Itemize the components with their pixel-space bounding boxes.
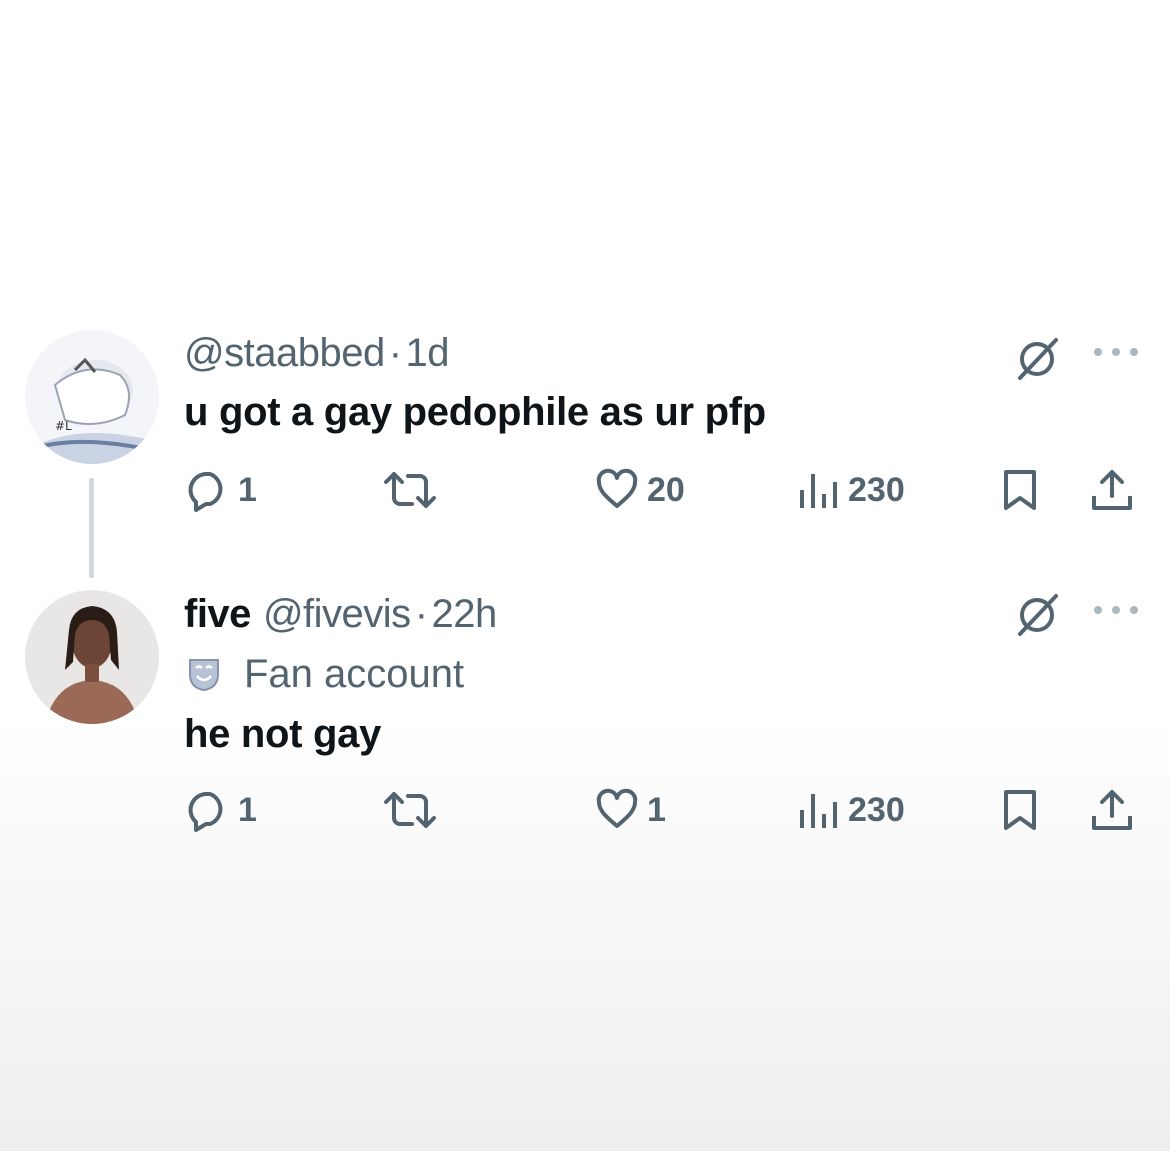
tweet-text: u got a gay pedophile as ur pfp [184, 390, 766, 434]
more-icon[interactable] [1090, 346, 1142, 358]
tweet-1-header: @staabbed · 1d [184, 331, 450, 375]
fan-account-text: Fan account [244, 652, 465, 696]
fan-account-badge-icon [189, 659, 219, 692]
more-icon[interactable] [1090, 604, 1142, 616]
views-count: 230 [848, 791, 905, 829]
avatar-image [25, 590, 159, 724]
views-button[interactable]: 230 [796, 788, 905, 832]
like-button[interactable]: 20 [595, 468, 685, 512]
share-icon [1092, 470, 1132, 510]
repost-button[interactable] [382, 788, 446, 832]
repost-button[interactable] [382, 468, 446, 512]
avatar-staabbed[interactable]: #L [25, 330, 159, 464]
reply-count: 1 [238, 791, 257, 829]
grok-icon[interactable] [1014, 592, 1060, 638]
reply-button[interactable]: 1 [186, 468, 257, 512]
bookmark-icon [1004, 470, 1036, 510]
tweet-2-header: five @fivevis · 22h [184, 594, 497, 634]
views-icon [800, 474, 837, 508]
avatar-fivevis[interactable] [25, 590, 159, 724]
repost-icon [384, 472, 436, 508]
views-button[interactable]: 230 [796, 468, 905, 512]
like-icon [596, 788, 638, 828]
timestamp[interactable]: 1d [406, 331, 450, 375]
repost-icon [384, 792, 436, 828]
views-icon [800, 794, 837, 828]
reply-icon [188, 792, 223, 832]
like-button[interactable]: 1 [595, 788, 666, 832]
display-name[interactable]: five [184, 592, 251, 636]
separator-dot: · [388, 331, 402, 375]
svg-text:#L: #L [55, 419, 72, 433]
reply-icon [188, 472, 223, 512]
thread-connector-line [89, 478, 94, 578]
reply-count: 1 [238, 471, 257, 509]
user-handle[interactable]: @staabbed [184, 331, 385, 375]
bookmark-button[interactable] [998, 788, 1042, 832]
bookmark-icon [1004, 790, 1036, 830]
share-icon [1092, 790, 1132, 830]
like-icon [596, 468, 638, 508]
like-count: 1 [647, 791, 666, 829]
grok-icon[interactable] [1014, 336, 1060, 382]
avatar-image: #L [25, 330, 159, 464]
like-count: 20 [647, 471, 685, 509]
reply-button[interactable]: 1 [186, 788, 257, 832]
tweet-thread: #L @staabbed · 1d u got a gay pedophile as… [0, 0, 1170, 1151]
user-handle[interactable]: @fivevis [263, 592, 411, 636]
timestamp[interactable]: 22h [432, 592, 498, 636]
separator-dot: · [414, 592, 428, 636]
tweet-text: he not gay [184, 712, 382, 756]
views-count: 230 [848, 471, 905, 509]
share-button[interactable] [1090, 468, 1134, 512]
share-button[interactable] [1090, 788, 1134, 832]
fan-account-label: Fan account [186, 654, 464, 694]
bookmark-button[interactable] [998, 468, 1042, 512]
